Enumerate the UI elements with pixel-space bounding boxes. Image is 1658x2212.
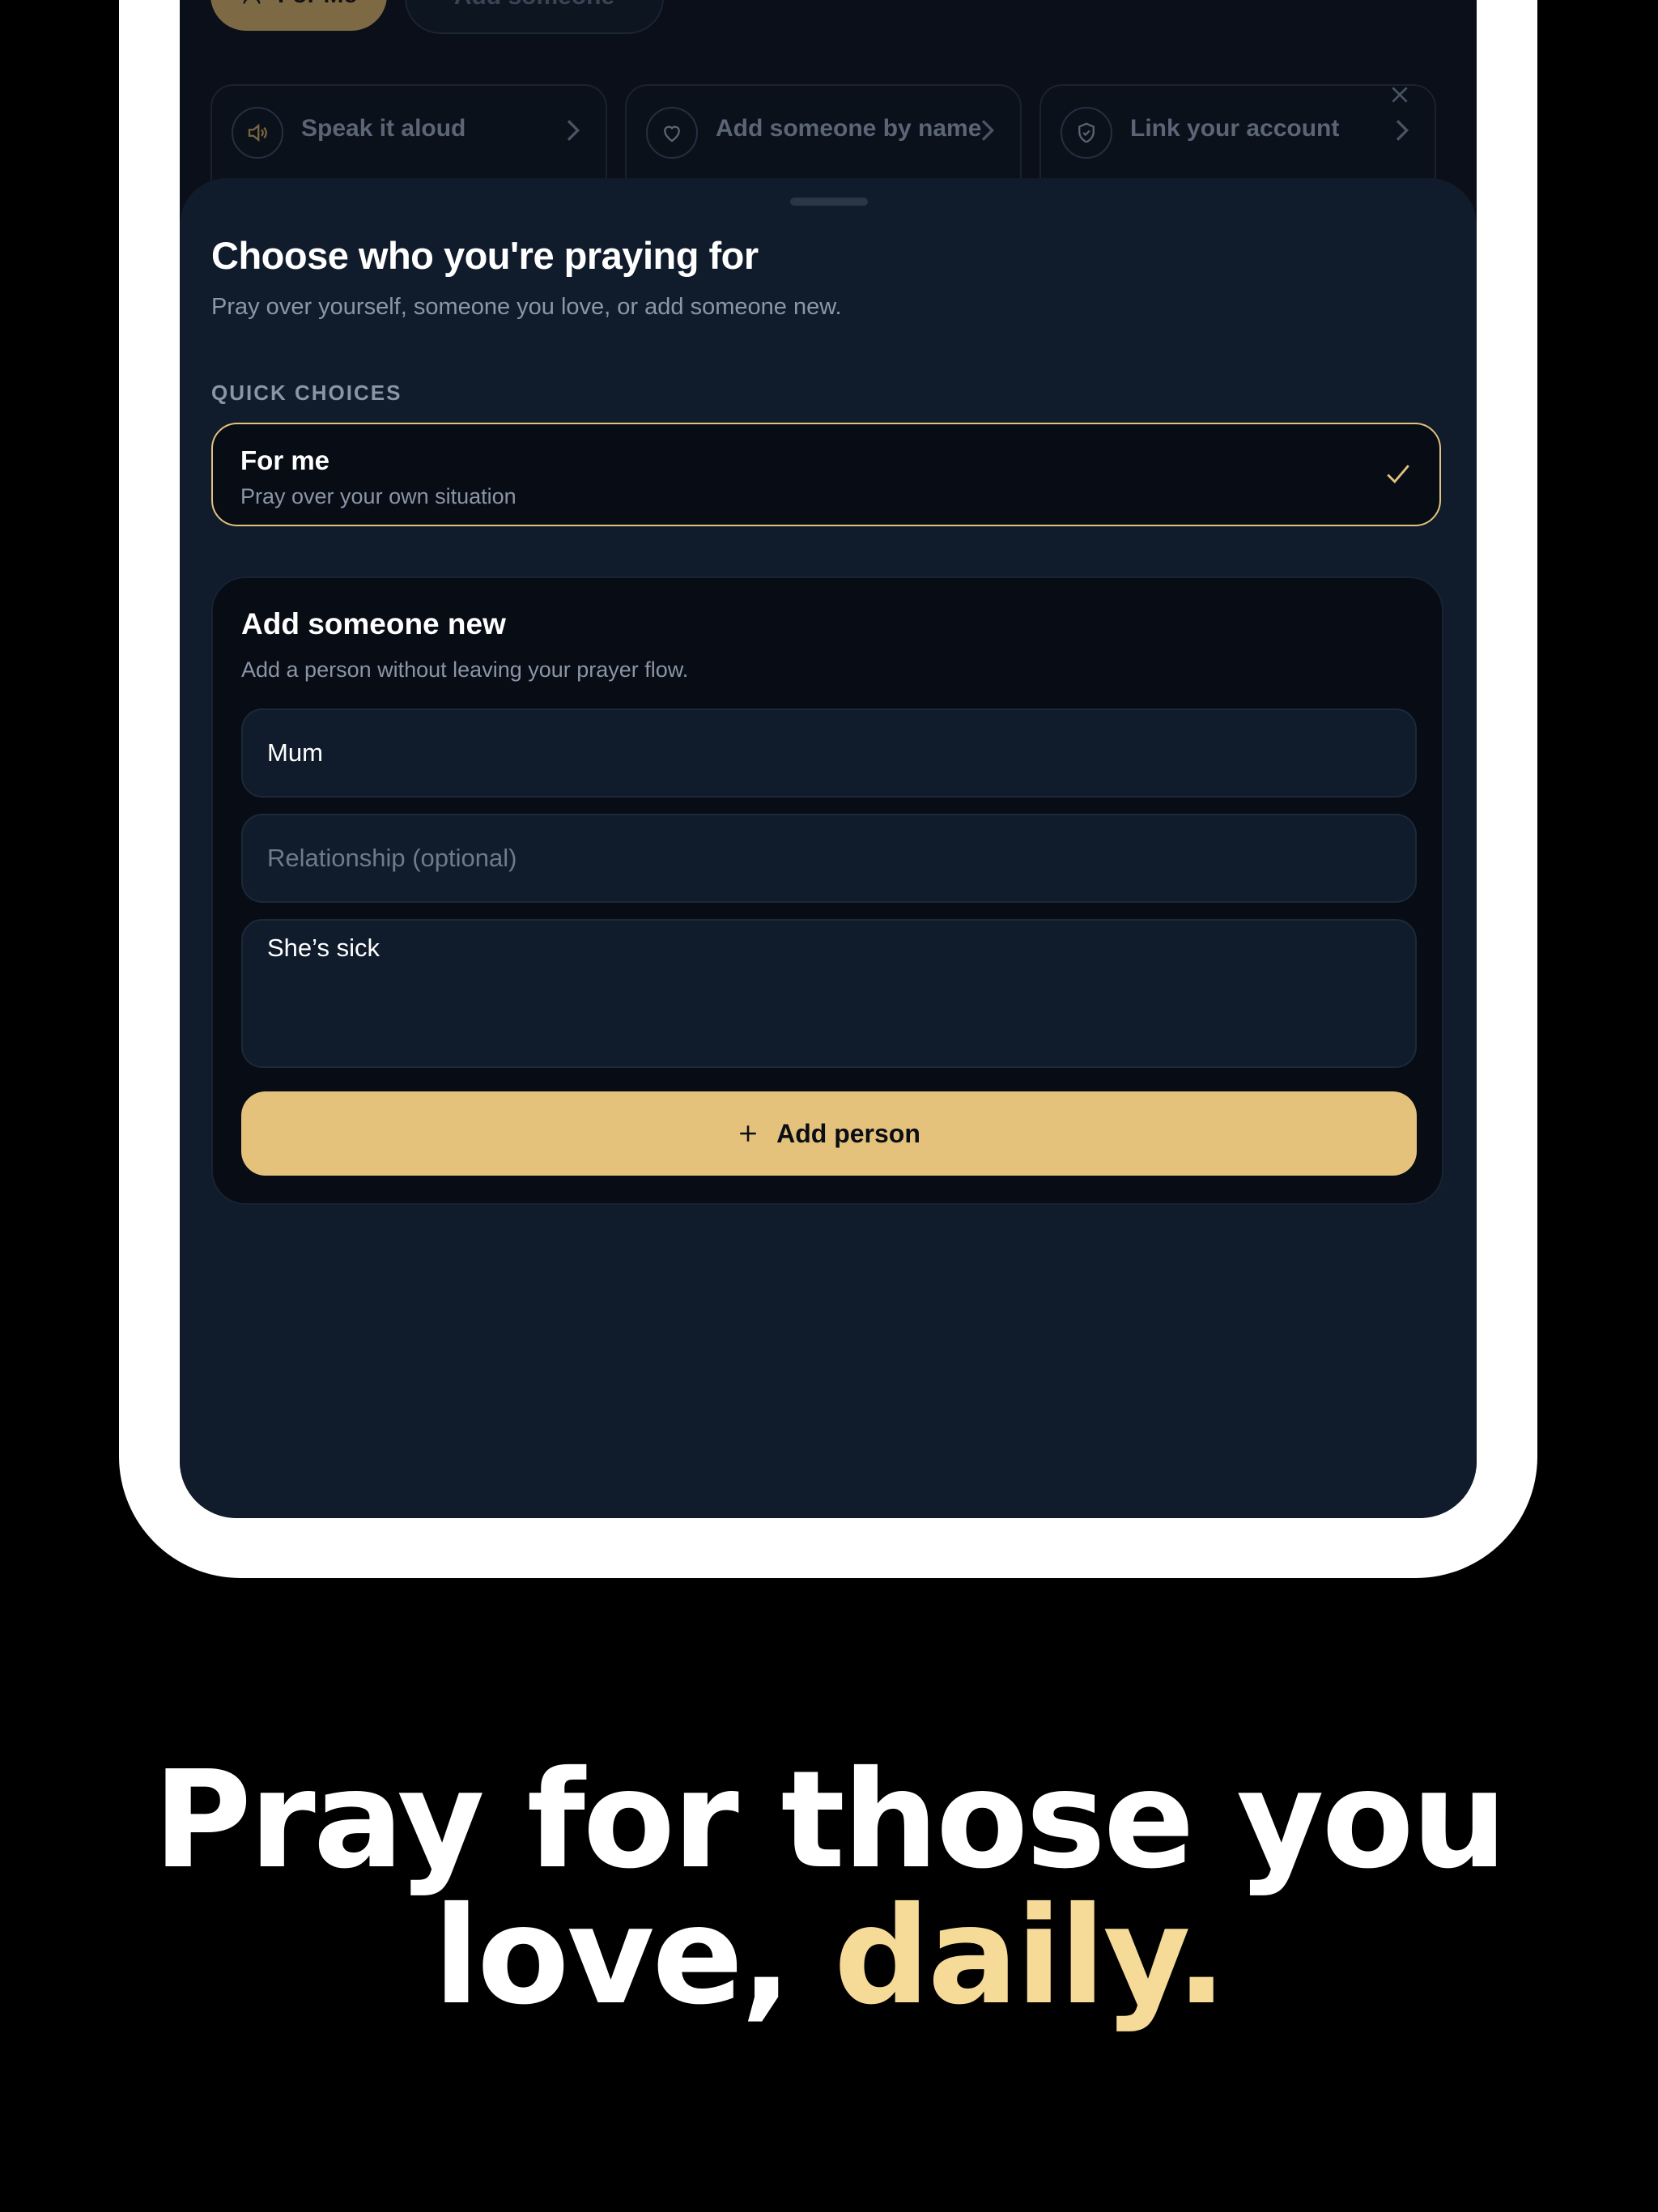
add-someone-title: Add someone new <box>241 607 506 640</box>
add-person-button[interactable]: Add person <box>241 1091 1417 1176</box>
headline-line-2: love, daily. <box>0 1889 1658 2025</box>
quick-choices-label: QUICK CHOICES <box>211 381 402 405</box>
add-someone-pill-label: Add someone <box>454 0 614 11</box>
add-someone-pill[interactable]: Add someone <box>405 0 664 34</box>
prayer-note-textarea[interactable]: She’s sick <box>241 919 1417 1068</box>
sheet-title: Choose who you're praying for <box>211 234 759 277</box>
choice-subtitle: Pray over your own situation <box>240 484 517 508</box>
sheet-grabber[interactable] <box>790 198 868 206</box>
for-me-choice[interactable]: For me Pray over your own situation <box>211 423 1441 526</box>
headline-line-1: Pray for those you <box>153 1742 1507 1899</box>
speaker-icon <box>232 107 283 159</box>
heart-icon <box>646 107 698 159</box>
person-icon <box>243 0 261 4</box>
marketing-headline: Pray for those you love, daily. <box>0 1753 1658 2025</box>
add-someone-subtitle: Add a person without leaving your prayer… <box>241 657 689 682</box>
for-me-pill-label: For Me <box>278 0 357 9</box>
link-account-label: Link your account <box>1130 115 1340 142</box>
add-person-button-label: Add person <box>776 1118 920 1148</box>
for-me-pill[interactable]: For Me <box>210 0 387 31</box>
chevron-right-icon <box>1396 120 1409 141</box>
add-by-name-label: Add someone by name <box>716 115 982 142</box>
checkmark-icon <box>1387 465 1409 484</box>
close-icon[interactable] <box>1389 84 1410 105</box>
app-screen: For Me Add someone Speak it aloud Add so… <box>180 0 1477 1518</box>
relationship-input[interactable] <box>241 814 1417 903</box>
chevron-right-icon <box>567 120 580 141</box>
choice-title: For me <box>240 445 330 475</box>
name-input[interactable] <box>241 708 1417 798</box>
speak-aloud-label: Speak it aloud <box>301 115 466 142</box>
shield-check-icon <box>1061 107 1112 159</box>
sheet-subtitle: Pray over yourself, someone you love, or… <box>211 294 842 320</box>
plus-icon <box>740 1125 756 1142</box>
choose-person-sheet: Choose who you're praying for Pray over … <box>180 178 1477 1518</box>
chevron-right-icon <box>981 120 995 141</box>
add-someone-card: Add someone new Add a person without lea… <box>211 576 1443 1205</box>
headline-accent-word: daily. <box>833 1878 1227 2035</box>
headline-line-2-prefix: love, <box>433 1878 834 2035</box>
